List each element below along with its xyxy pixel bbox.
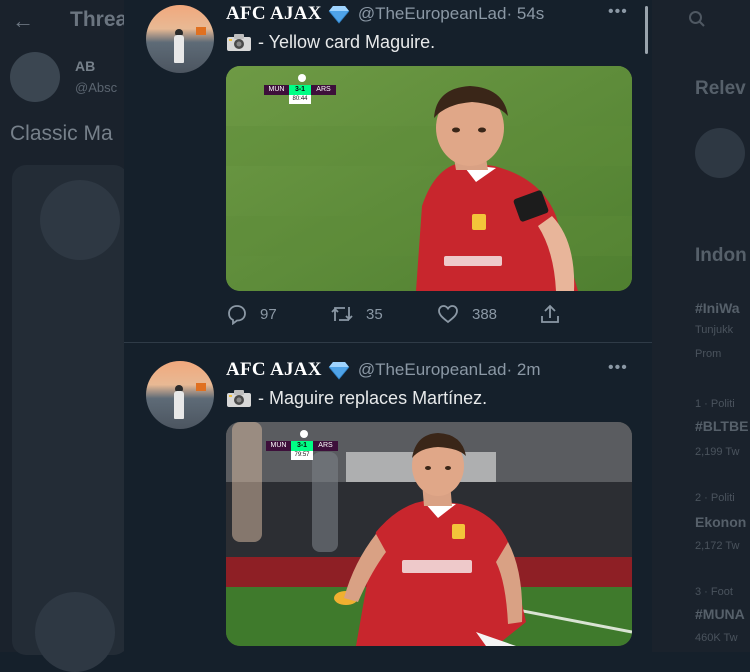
tweet-text: - Yellow card Maguire.: [226, 30, 435, 54]
tweet-column: AFC AJAX @TheEuropeanLad · 54s ••• - Yel…: [124, 0, 652, 652]
background-user-handle: @Absc: [75, 80, 118, 95]
scoreboard-clock: 79:57: [291, 451, 313, 460]
background-media-blob: [35, 592, 115, 672]
trend-meta: 3 · Foot: [695, 586, 733, 598]
trend-tag[interactable]: #MUNA: [695, 606, 745, 622]
retweet-count: 35: [366, 305, 383, 323]
trend-meta: 2 · Politi: [695, 492, 735, 504]
background-thread-panel: ← Threa AB @Absc Classic Ma: [0, 0, 128, 672]
like-button[interactable]: 388: [436, 302, 497, 326]
scoreboard-home: MUN: [266, 441, 291, 451]
search-icon[interactable]: [688, 10, 714, 36]
reply-button[interactable]: 97: [226, 302, 277, 326]
scoreboard-clock: 80:44: [289, 95, 311, 104]
share-icon: [541, 304, 559, 323]
tweet-header: AFC AJAX @TheEuropeanLad · 2m: [226, 358, 540, 382]
tweet[interactable]: AFC AJAX @TheEuropeanLad · 2m ••• - Magu…: [124, 344, 652, 652]
background-tweet-text: Classic Ma: [10, 122, 113, 145]
like-count: 388: [472, 305, 498, 323]
user-handle[interactable]: @TheEuropeanLad: [358, 360, 507, 380]
tweet-timestamp[interactable]: · 2m: [506, 360, 540, 380]
scoreboard-score: 3-1: [291, 441, 313, 451]
scoreboard-score: 3-1: [289, 85, 311, 95]
scoreboard-away: ARS: [313, 441, 338, 451]
reply-count: 97: [260, 305, 277, 323]
retweet-icon: [331, 306, 353, 322]
scoreboard-home: MUN: [264, 85, 289, 95]
background-sidebar: Relev Indon #IniWa Tunjukk Prom 1 · Poli…: [652, 0, 750, 652]
background-media-blob: [40, 180, 120, 260]
more-options-icon[interactable]: •••: [608, 359, 628, 377]
heart-icon: [438, 305, 458, 324]
tweet-text-content: - Yellow card Maguire.: [258, 31, 436, 52]
scoreboard: MUN 3-1 ARS 79:57: [266, 430, 338, 462]
diamond-icon: [328, 4, 350, 24]
display-name[interactable]: AFC AJAX: [226, 3, 322, 25]
trend-tag[interactable]: Ekonon: [695, 514, 746, 530]
back-arrow-icon[interactable]: ←: [12, 8, 34, 34]
user-handle[interactable]: @TheEuropeanLad: [358, 4, 507, 24]
tweet[interactable]: AFC AJAX @TheEuropeanLad · 54s ••• - Yel…: [124, 0, 652, 343]
trend-count: 460K Tw: [695, 632, 738, 644]
tweet-actions: 97 35 388: [226, 302, 566, 326]
trend-count: 2,199 Tw: [695, 446, 740, 458]
avatar[interactable]: [146, 5, 214, 73]
scoreboard-away: ARS: [311, 85, 336, 95]
retweet-button[interactable]: 35: [330, 302, 383, 326]
camera-icon: [226, 32, 252, 52]
background-page-title: Threa: [70, 8, 128, 31]
trends-heading: Indon: [695, 245, 747, 266]
tweet-timestamp[interactable]: · 54s: [506, 4, 544, 24]
background-avatar: [10, 52, 60, 102]
relevant-person-avatar[interactable]: [695, 128, 745, 178]
avatar[interactable]: [146, 361, 214, 429]
trend-meta: 1 · Politi: [695, 398, 735, 410]
more-options-icon[interactable]: •••: [608, 3, 628, 21]
share-button[interactable]: [538, 302, 574, 326]
tweet-text-content: - Maguire replaces Martínez.: [258, 387, 488, 408]
tweet-media-image[interactable]: MUN 3-1 ARS 79:57: [226, 422, 632, 646]
reply-icon: [228, 305, 246, 325]
trend-promo: Prom: [695, 348, 722, 360]
trend-count: 2,172 Tw: [695, 540, 740, 552]
tweet-media-image[interactable]: MUN 3-1 ARS 80:44: [226, 66, 632, 291]
tweet-text: - Maguire replaces Martínez.: [226, 386, 487, 410]
display-name[interactable]: AFC AJAX: [226, 359, 322, 381]
scoreboard: MUN 3-1 ARS 80:44: [264, 74, 336, 106]
scrollbar[interactable]: [645, 6, 648, 54]
trend-tag[interactable]: #IniWa: [695, 300, 740, 316]
trend-tag[interactable]: #BLTBE: [695, 418, 748, 434]
background-user-name: AB: [75, 58, 96, 74]
tweet-header: AFC AJAX @TheEuropeanLad · 54s: [226, 2, 544, 26]
diamond-icon: [328, 360, 350, 380]
relevant-people-heading: Relev: [695, 78, 746, 99]
trend-subtext: Tunjukk: [695, 324, 734, 336]
camera-icon: [226, 388, 252, 408]
